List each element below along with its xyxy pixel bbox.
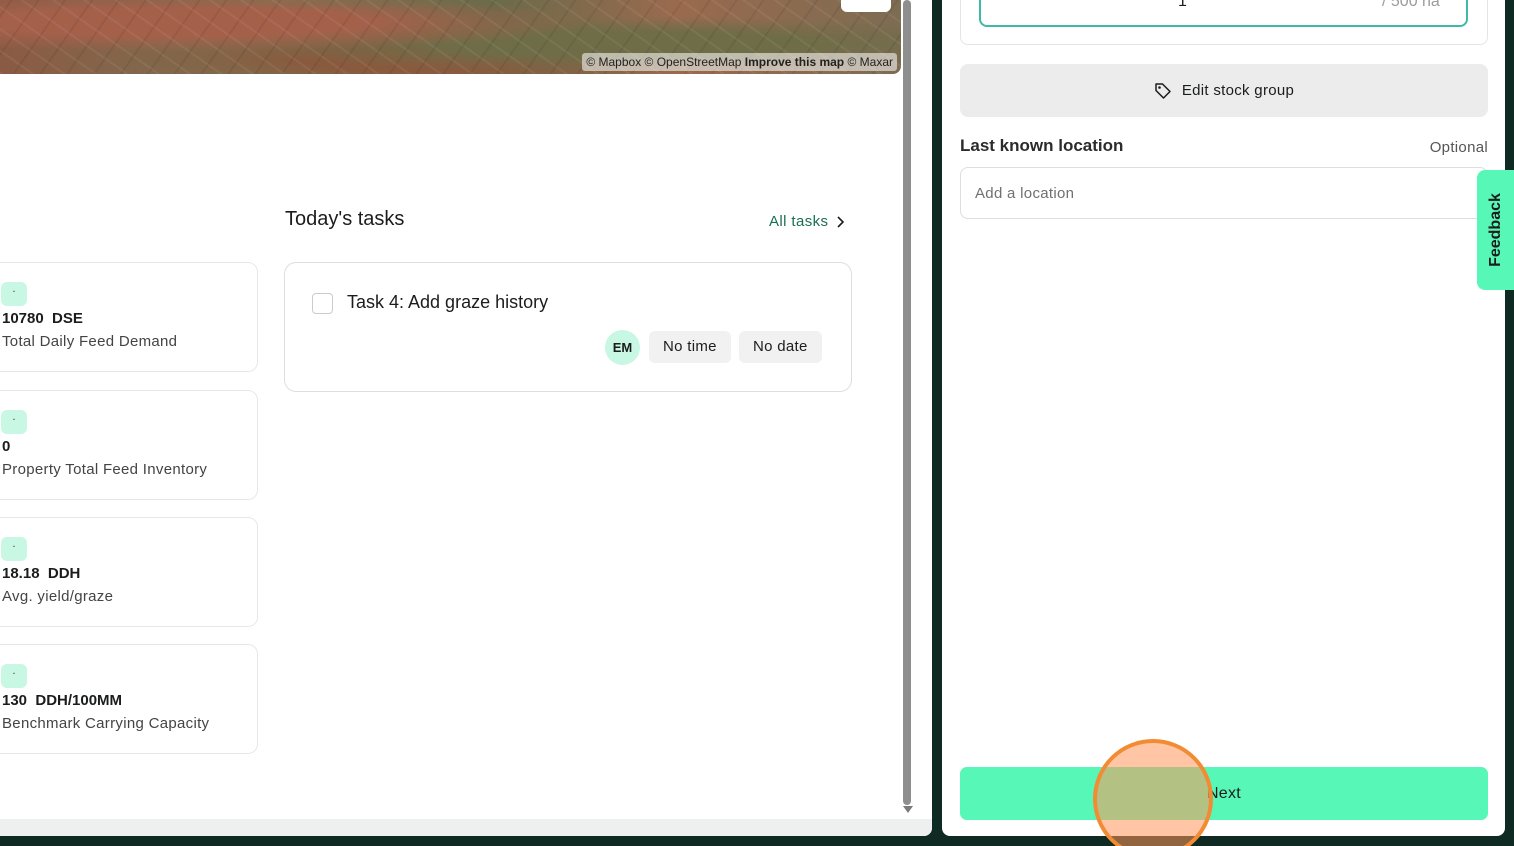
stat-icon: · [1, 282, 27, 306]
stat-label: Avg. yield/graze [2, 588, 114, 605]
map-control-button[interactable] [841, 0, 891, 12]
stat-value: 130 DDH/100MM [2, 692, 123, 709]
task-title: Task 4: Add graze history [347, 292, 549, 312]
next-label: Next [1206, 784, 1242, 802]
next-button[interactable]: Next [960, 767, 1488, 820]
task-card[interactable]: Task 4: Add graze history EM No time No … [284, 262, 852, 392]
scroll-down-arrow-icon[interactable] [903, 806, 913, 813]
attribution-mapbox-link[interactable]: © Mapbox [586, 55, 641, 69]
location-input[interactable] [960, 167, 1488, 219]
optional-label: Optional [1429, 139, 1488, 156]
edit-stock-group-button[interactable]: Edit stock group [960, 64, 1488, 117]
attribution-osm-link[interactable]: © OpenStreetMap [645, 55, 742, 69]
map-attribution: © Mapbox © OpenStreetMap Improve this ma… [582, 53, 897, 71]
hectares-suffix: / 500 ha [1382, 0, 1440, 10]
stat-value: 18.18 DDH [2, 565, 81, 582]
stat-icon: · [1, 537, 27, 561]
vertical-scrollbar-thumb[interactable] [903, 0, 911, 805]
stat-card-carrying-capacity: · 130 DDH/100MM Benchmark Carrying Capac… [0, 644, 258, 754]
all-tasks-label: All tasks [769, 213, 829, 230]
stat-icon: · [1, 664, 27, 688]
feedback-label: Feedback [1486, 193, 1504, 267]
tag-icon [1155, 82, 1171, 99]
stat-card-feed-demand: · 10780 DSE Total Daily Feed Demand [0, 262, 258, 372]
stat-card-avg-yield: · 18.18 DDH Avg. yield/graze [0, 517, 258, 627]
task-time-chip[interactable]: No time [649, 331, 731, 363]
tasks-heading: Today's tasks [285, 208, 405, 230]
stat-value: 10780 DSE [2, 310, 83, 327]
all-tasks-link[interactable]: All tasks [769, 213, 845, 230]
stat-card-feed-inventory: · 0 Property Total Feed Inventory [0, 390, 258, 500]
feedback-tab[interactable]: Feedback [1477, 170, 1514, 290]
stat-icon: · [1, 410, 27, 434]
add-stock-panel: 1 / 500 ha Edit stock group Last known l… [942, 0, 1505, 836]
improve-map-link[interactable]: Improve this map [745, 55, 844, 69]
stat-label: Property Total Feed Inventory [2, 461, 208, 478]
stat-value: 0 [2, 438, 11, 455]
main-panel: © Mapbox © OpenStreetMap Improve this ma… [0, 0, 932, 836]
hectares-value: 1 [1178, 0, 1187, 10]
satellite-map[interactable]: © Mapbox © OpenStreetMap Improve this ma… [0, 0, 901, 74]
horizontal-scroll-track[interactable] [0, 819, 932, 836]
stat-label: Benchmark Carrying Capacity [2, 715, 210, 732]
stat-label: Total Daily Feed Demand [2, 333, 178, 350]
task-checkbox[interactable] [312, 293, 333, 314]
attribution-maxar-link[interactable]: © Maxar [847, 55, 893, 69]
chevron-right-icon [837, 215, 845, 228]
task-date-chip[interactable]: No date [739, 331, 822, 363]
assignee-avatar[interactable]: EM [605, 330, 640, 365]
last-known-location-label: Last known location [960, 136, 1124, 155]
edit-stock-group-label: Edit stock group [1181, 82, 1295, 99]
